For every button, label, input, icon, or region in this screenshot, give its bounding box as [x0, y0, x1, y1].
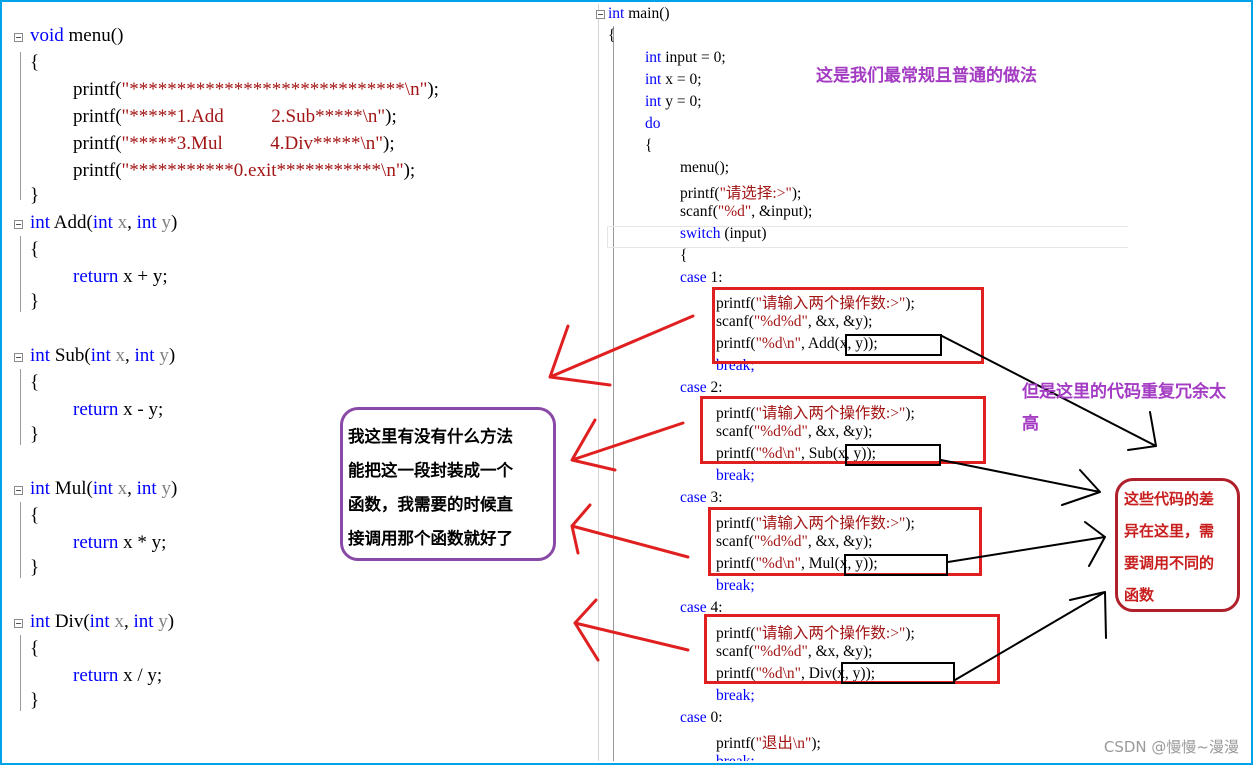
diff-line-2: 异在这里，需 [1124, 522, 1215, 540]
red-arrow-case-1 [548, 314, 695, 387]
note-redundant-code: 但是这里的代码重复冗余太高 [1022, 382, 1226, 434]
black-arrow-sub [940, 459, 1101, 506]
question-bubble: 我这里有没有什么方法 能把这一段封装成一个 函数，我需要的时候直 接调用那个函数… [340, 407, 556, 561]
question-line-2: 能把这一段封装成一个 [348, 461, 513, 480]
red-arrow-case-2 [570, 418, 685, 472]
diff-line-3: 要调用不同的 [1124, 554, 1215, 572]
black-arrow-mul [947, 521, 1106, 567]
watermark: CSDN @慢慢~漫漫 [1103, 738, 1239, 756]
question-line-4: 接调用那个函数就好了 [348, 529, 513, 548]
red-arrow-case-3 [570, 503, 690, 559]
black-arrow-div [954, 591, 1107, 681]
red-arrow-case-4 [573, 598, 690, 662]
question-line-1: 我这里有没有什么方法 [348, 427, 513, 446]
note-common-approach: 这是我们最常规且普通的做法 [816, 66, 1037, 86]
diff-line-1: 这些代码的差 [1124, 490, 1215, 508]
diff-line-4: 函数 [1124, 586, 1155, 604]
difference-bubble: 这些代码的差 异在这里，需 要调用不同的 函数 [1115, 478, 1240, 612]
question-line-3: 函数，我需要的时候直 [348, 495, 513, 514]
